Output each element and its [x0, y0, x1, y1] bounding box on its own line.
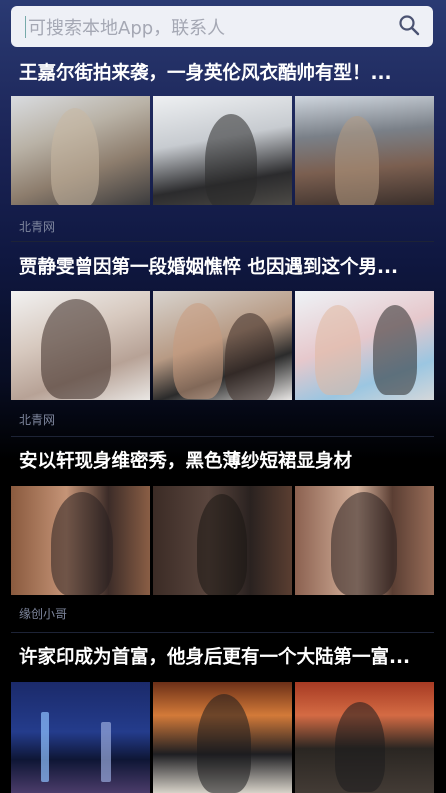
news-source: 北青网	[19, 220, 56, 234]
news-source: 缘创小哥	[19, 607, 68, 621]
news-image-row[interactable]	[11, 96, 434, 205]
divider	[11, 241, 434, 242]
news-image-row[interactable]	[11, 291, 434, 400]
news-thumbnail[interactable]	[153, 96, 292, 205]
news-title[interactable]: 王嘉尔街拍来袭，一身英伦风衣酷帅有型！...	[19, 62, 429, 86]
search-bar[interactable]: 可搜索本地App，联系人	[11, 6, 433, 47]
search-input[interactable]: 可搜索本地App，联系人	[28, 14, 397, 40]
text-cursor	[25, 15, 26, 38]
news-title[interactable]: 贾静雯曾因第一段婚姻憔悴 也因遇到这个男...	[19, 256, 429, 280]
news-thumbnail[interactable]	[295, 291, 434, 400]
news-thumbnail[interactable]	[11, 682, 150, 793]
divider	[11, 436, 434, 437]
news-image-row[interactable]	[11, 486, 434, 595]
news-title[interactable]: 安以轩现身维密秀，黑色薄纱短裙显身材	[19, 450, 429, 474]
news-thumbnail[interactable]	[295, 682, 434, 793]
news-thumbnail[interactable]	[11, 291, 150, 400]
search-icon[interactable]	[397, 13, 421, 41]
news-source: 北青网	[19, 413, 56, 427]
news-thumbnail[interactable]	[11, 96, 150, 205]
news-thumbnail[interactable]	[153, 291, 292, 400]
news-image-row[interactable]	[11, 682, 434, 793]
news-thumbnail[interactable]	[153, 682, 292, 793]
news-title[interactable]: 许家印成为首富，他身后更有一个大陆第一富...	[19, 646, 429, 670]
news-thumbnail[interactable]	[153, 486, 292, 595]
news-thumbnail[interactable]	[295, 486, 434, 595]
news-thumbnail[interactable]	[11, 486, 150, 595]
divider	[11, 632, 434, 633]
news-thumbnail[interactable]	[295, 96, 434, 205]
